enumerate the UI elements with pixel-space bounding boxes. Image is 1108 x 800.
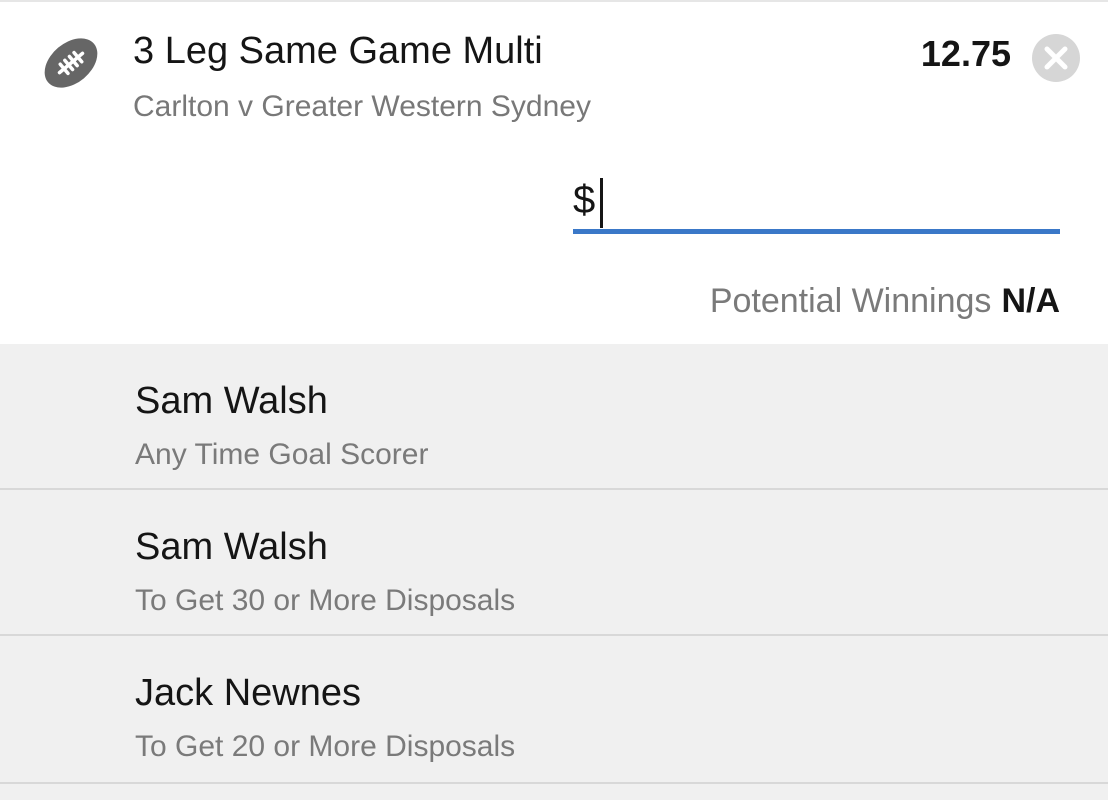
leg-player: Jack Newnes bbox=[135, 672, 361, 714]
leg-player: Sam Walsh bbox=[135, 526, 328, 568]
bet-title: 3 Leg Same Game Multi bbox=[133, 30, 543, 72]
stake-input[interactable] bbox=[599, 176, 1049, 224]
currency-symbol: $ bbox=[573, 178, 596, 222]
potential-winnings: Potential Winnings N/A bbox=[710, 282, 1060, 321]
potential-winnings-value: N/A bbox=[1001, 282, 1060, 320]
leg-item: Sam Walsh To Get 30 or More Disposals bbox=[0, 490, 1108, 636]
stake-underline bbox=[573, 229, 1060, 234]
leg-market: Any Time Goal Scorer bbox=[135, 438, 429, 471]
text-cursor bbox=[600, 178, 603, 228]
leg-market: To Get 20 or More Disposals bbox=[135, 730, 516, 763]
leg-item: Sam Walsh Any Time Goal Scorer bbox=[0, 344, 1108, 490]
odds-value: 12.75 bbox=[920, 33, 1011, 74]
bet-card: 3 Leg Same Game Multi Carlton v Greater … bbox=[0, 0, 1108, 344]
leg-player: Sam Walsh bbox=[135, 380, 328, 422]
event-name: Carlton v Greater Western Sydney bbox=[133, 90, 591, 123]
remove-bet-button[interactable] bbox=[1032, 34, 1080, 82]
football-icon bbox=[40, 34, 102, 92]
multi-legs-list: Sam Walsh Any Time Goal Scorer Sam Walsh… bbox=[0, 344, 1108, 784]
potential-winnings-label: Potential Winnings bbox=[709, 282, 992, 320]
leg-item: Jack Newnes To Get 20 or More Disposals bbox=[0, 636, 1108, 784]
leg-market: To Get 30 or More Disposals bbox=[135, 584, 516, 617]
stake-field[interactable]: $ bbox=[573, 170, 1060, 234]
